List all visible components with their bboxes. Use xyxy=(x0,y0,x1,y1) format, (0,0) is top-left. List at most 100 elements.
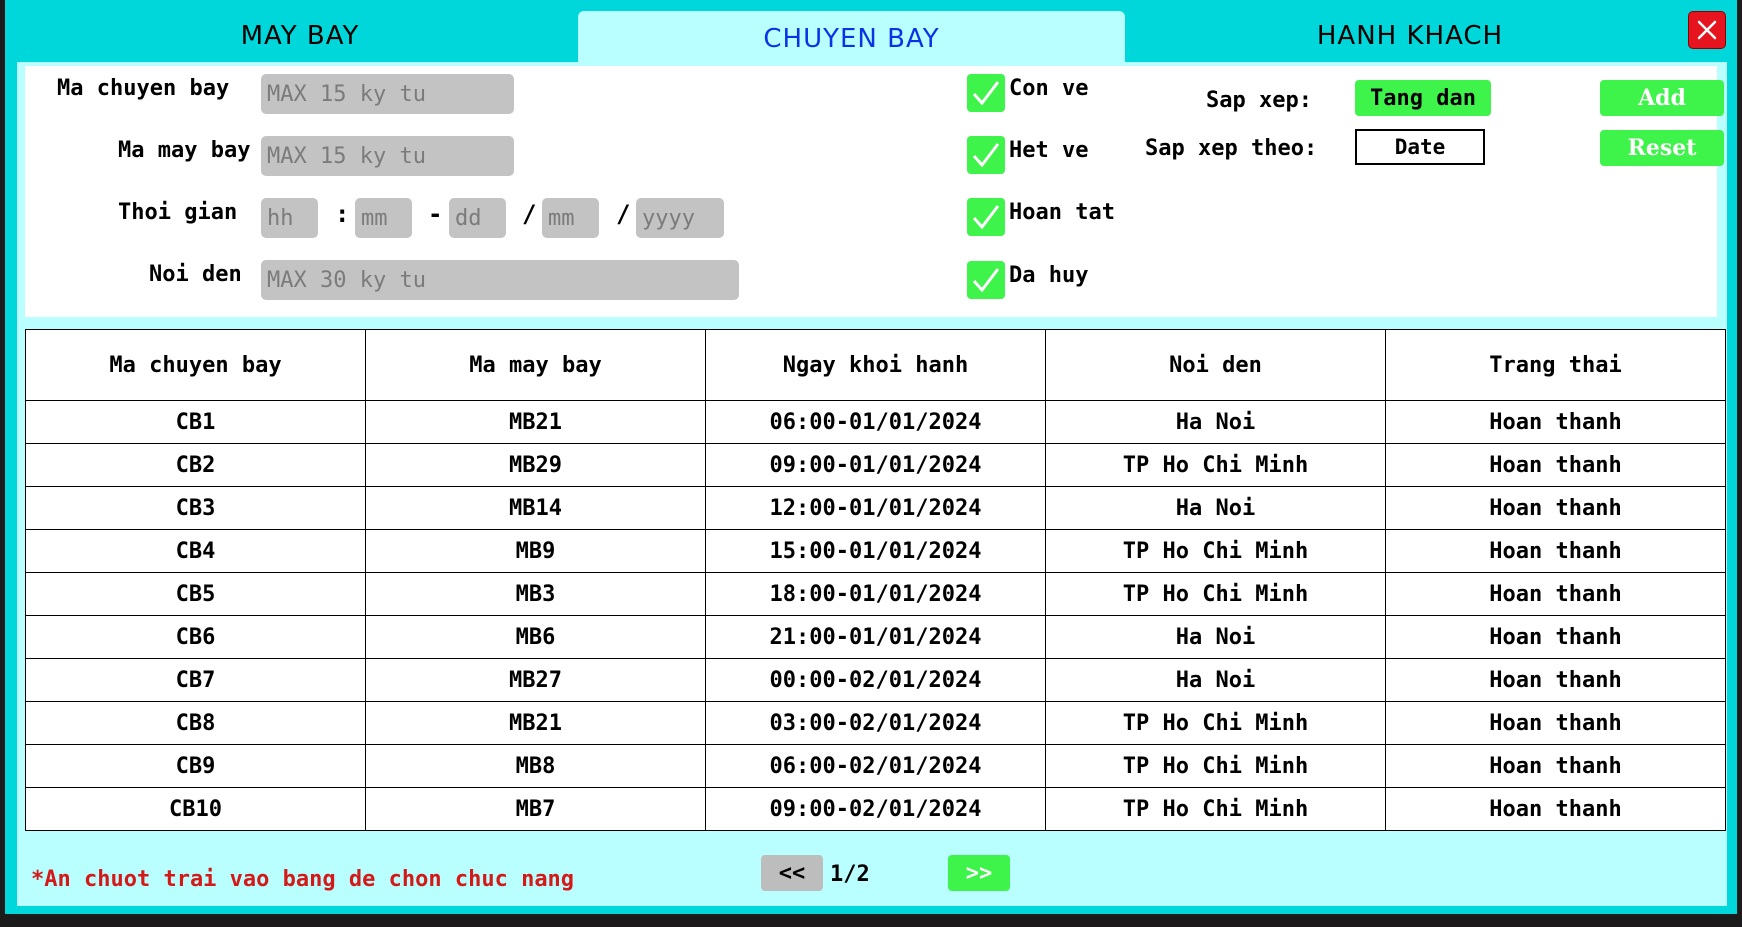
cell-ma-chuyen-bay: CB9 xyxy=(25,744,366,788)
cell-noi-den: TP Ho Chi Minh xyxy=(1045,529,1386,573)
month-input[interactable] xyxy=(542,198,599,238)
reset-button[interactable]: Reset xyxy=(1600,130,1724,166)
destination-label: Noi den xyxy=(149,262,242,287)
cell-ma-may-bay: MB21 xyxy=(365,701,706,745)
table-header-row: Ma chuyen bay Ma may bay Ngay khoi hanh … xyxy=(25,329,1726,401)
cell-ma-may-bay: MB7 xyxy=(365,787,706,831)
header-ngay-khoi-hanh: Ngay khoi hanh xyxy=(705,329,1046,401)
cell-ma-chuyen-bay: CB8 xyxy=(25,701,366,745)
cell-ngay-khoi-hanh: 21:00-01/01/2024 xyxy=(705,615,1046,659)
add-button[interactable]: Add xyxy=(1600,80,1724,116)
cell-trang-thai: Hoan thanh xyxy=(1385,443,1726,487)
next-page-button[interactable]: >> xyxy=(948,855,1010,891)
cell-trang-thai: Hoan thanh xyxy=(1385,529,1726,573)
table-row[interactable]: CB5 MB3 18:00-01/01/2024 TP Ho Chi Minh Hoan… xyxy=(25,572,1726,616)
cell-ngay-khoi-hanh: 03:00-02/01/2024 xyxy=(705,701,1046,745)
cell-ma-chuyen-bay: CB2 xyxy=(25,443,366,487)
table-row[interactable]: CB3 MB14 12:00-01/01/2024 Ha Noi Hoan thanh xyxy=(25,486,1726,530)
date-slash-2: / xyxy=(616,200,631,228)
cell-noi-den: TP Ho Chi Minh xyxy=(1045,443,1386,487)
date-slash-1: / xyxy=(522,200,537,228)
tab-may-bay[interactable]: MAY BAY xyxy=(20,10,580,62)
cell-trang-thai: Hoan thanh xyxy=(1385,572,1726,616)
cell-ma-may-bay: MB9 xyxy=(365,529,706,573)
cell-noi-den: TP Ho Chi Minh xyxy=(1045,572,1386,616)
flight-code-input[interactable] xyxy=(261,74,514,114)
plane-code-label: Ma may bay xyxy=(118,138,251,163)
table-row[interactable]: CB8 MB21 03:00-02/01/2024 TP Ho Chi Minh Hoa… xyxy=(25,701,1726,745)
cell-ngay-khoi-hanh: 06:00-02/01/2024 xyxy=(705,744,1046,788)
close-button[interactable] xyxy=(1688,11,1726,49)
cell-ngay-khoi-hanh: 09:00-01/01/2024 xyxy=(705,443,1046,487)
check-icon xyxy=(972,205,1000,230)
sort-by-select[interactable]: Date xyxy=(1355,129,1485,165)
cell-ngay-khoi-hanh: 06:00-01/01/2024 xyxy=(705,400,1046,444)
cell-trang-thai: Hoan thanh xyxy=(1385,400,1726,444)
tab-hanh-khach[interactable]: HANH KHACH xyxy=(1130,10,1690,62)
checkbox-label-da-huy: Da huy xyxy=(1009,263,1089,288)
table-row[interactable]: CB9 MB8 06:00-02/01/2024 TP Ho Chi Minh Hoan… xyxy=(25,744,1726,788)
cell-ngay-khoi-hanh: 00:00-02/01/2024 xyxy=(705,658,1046,702)
destination-input[interactable] xyxy=(261,260,739,300)
check-icon xyxy=(972,81,1000,106)
check-icon xyxy=(972,143,1000,168)
minute-input[interactable] xyxy=(355,198,412,238)
table-row[interactable]: CB1 MB21 06:00-01/01/2024 Ha Noi Hoan thanh xyxy=(25,400,1726,444)
cell-noi-den: Ha Noi xyxy=(1045,615,1386,659)
flight-code-label: Ma chuyen bay xyxy=(57,76,230,101)
cell-ngay-khoi-hanh: 15:00-01/01/2024 xyxy=(705,529,1046,573)
time-colon: : xyxy=(335,200,350,228)
tab-chuyen-bay[interactable]: CHUYEN BAY xyxy=(578,11,1125,67)
checkbox-hoan-tat[interactable] xyxy=(967,198,1005,236)
date-dash: - xyxy=(428,200,443,228)
cell-trang-thai: Hoan thanh xyxy=(1385,615,1726,659)
checkbox-label-con-ve: Con ve xyxy=(1009,76,1089,101)
table-row[interactable]: CB7 MB27 00:00-02/01/2024 Ha Noi Hoan thanh xyxy=(25,658,1726,702)
cell-ma-chuyen-bay: CB6 xyxy=(25,615,366,659)
header-trang-thai: Trang thai xyxy=(1385,329,1726,401)
cell-noi-den: TP Ho Chi Minh xyxy=(1045,744,1386,788)
cell-ma-may-bay: MB27 xyxy=(365,658,706,702)
cell-ngay-khoi-hanh: 09:00-02/01/2024 xyxy=(705,787,1046,831)
close-icon xyxy=(1697,20,1717,40)
checkbox-con-ve[interactable] xyxy=(967,74,1005,112)
checkbox-het-ve[interactable] xyxy=(967,136,1005,174)
cell-noi-den: TP Ho Chi Minh xyxy=(1045,787,1386,831)
cell-ma-may-bay: MB6 xyxy=(365,615,706,659)
prev-page-button[interactable]: << xyxy=(761,855,823,891)
cell-ma-chuyen-bay: CB3 xyxy=(25,486,366,530)
taskbar-strip xyxy=(5,914,1737,927)
year-input[interactable] xyxy=(636,198,724,238)
cell-ma-chuyen-bay: CB5 xyxy=(25,572,366,616)
plane-code-input[interactable] xyxy=(261,136,514,176)
table-row[interactable]: CB2 MB29 09:00-01/01/2024 TP Ho Chi Minh Hoa… xyxy=(25,443,1726,487)
hour-input[interactable] xyxy=(261,198,318,238)
cell-ma-chuyen-bay: CB10 xyxy=(25,787,366,831)
cell-ma-chuyen-bay: CB4 xyxy=(25,529,366,573)
cell-ngay-khoi-hanh: 18:00-01/01/2024 xyxy=(705,572,1046,616)
usage-hint: *An chuot trai vao bang de chon chuc nan… xyxy=(31,867,575,892)
check-icon xyxy=(972,268,1000,293)
cell-trang-thai: Hoan thanh xyxy=(1385,787,1726,831)
cell-ma-may-bay: MB8 xyxy=(365,744,706,788)
cell-trang-thai: Hoan thanh xyxy=(1385,486,1726,530)
cell-noi-den: Ha Noi xyxy=(1045,658,1386,702)
sort-by-label: Sap xep theo: xyxy=(1145,136,1318,161)
cell-ma-may-bay: MB29 xyxy=(365,443,706,487)
sort-order-toggle[interactable]: Tang dan xyxy=(1355,80,1491,116)
table-row[interactable]: CB4 MB9 15:00-01/01/2024 TP Ho Chi Minh Hoan… xyxy=(25,529,1726,573)
cell-ma-may-bay: MB21 xyxy=(365,400,706,444)
checkbox-label-het-ve: Het ve xyxy=(1009,138,1089,163)
cell-ma-chuyen-bay: CB1 xyxy=(25,400,366,444)
cell-ma-may-bay: MB14 xyxy=(365,486,706,530)
filter-panel: Ma chuyen bay Ma may bay Thoi gian : - /… xyxy=(25,66,1724,317)
table-row[interactable]: CB10 MB7 09:00-02/01/2024 TP Ho Chi Minh Hoa… xyxy=(25,787,1726,831)
cell-trang-thai: Hoan thanh xyxy=(1385,744,1726,788)
flight-table[interactable]: Ma chuyen bay Ma may bay Ngay khoi hanh … xyxy=(25,329,1726,831)
cell-noi-den: TP Ho Chi Minh xyxy=(1045,701,1386,745)
header-ma-chuyen-bay: Ma chuyen bay xyxy=(25,329,366,401)
flight-table-container: Ma chuyen bay Ma may bay Ngay khoi hanh … xyxy=(25,329,1726,831)
table-row[interactable]: CB6 MB6 21:00-01/01/2024 Ha Noi Hoan thanh xyxy=(25,615,1726,659)
checkbox-da-huy[interactable] xyxy=(967,261,1005,299)
day-input[interactable] xyxy=(449,198,506,238)
